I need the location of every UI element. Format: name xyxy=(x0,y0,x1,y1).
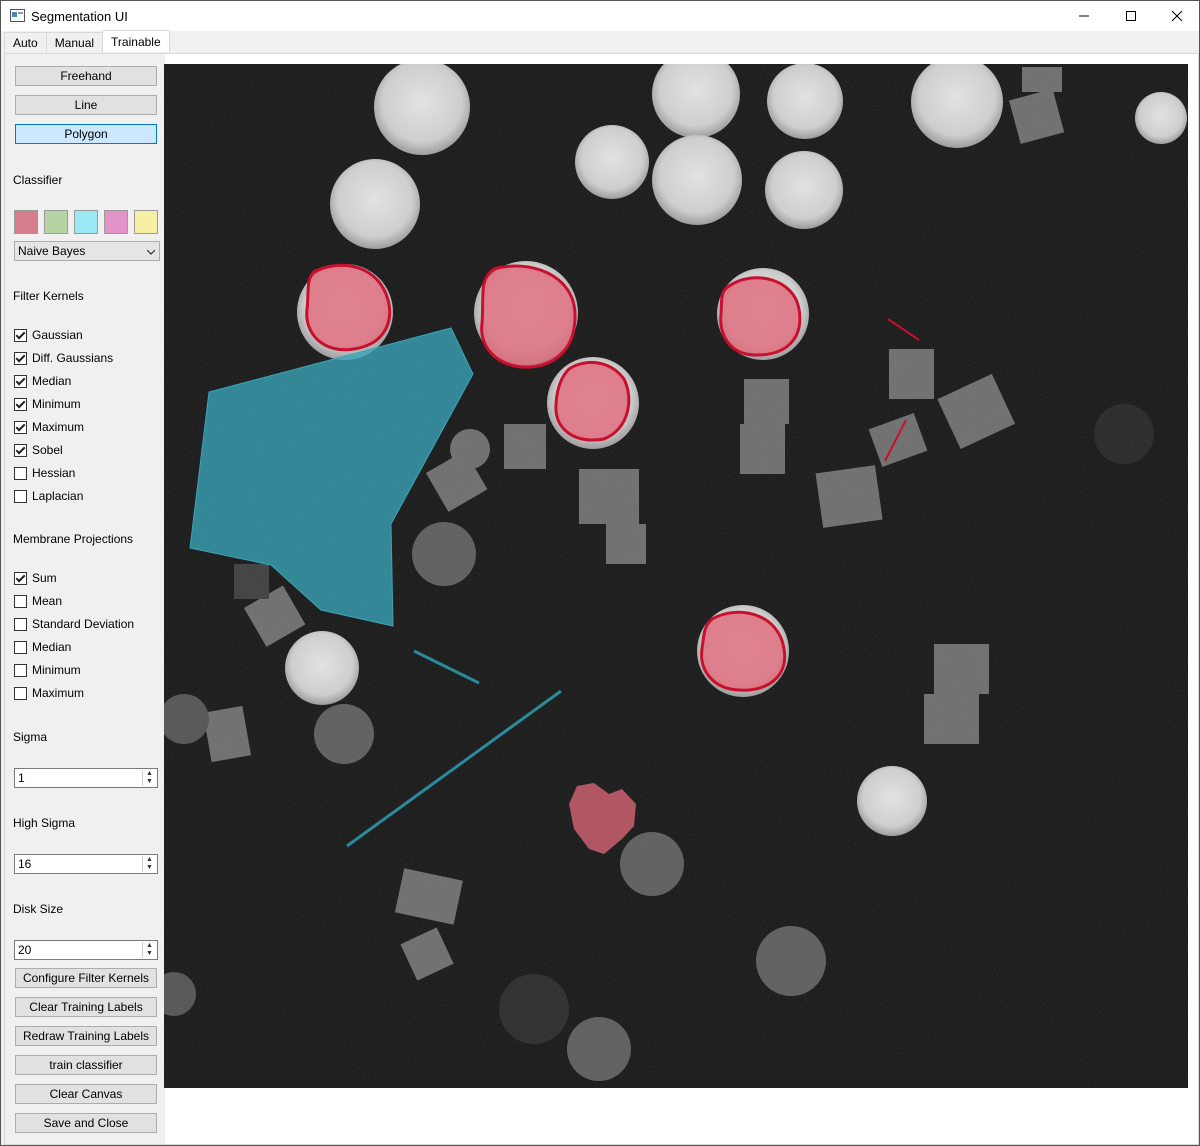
checkbox-box[interactable] xyxy=(14,571,27,585)
window-title: Segmentation UI xyxy=(31,9,128,24)
high-sigma-stepper[interactable]: ▲ ▼ xyxy=(142,856,156,872)
red-label-region xyxy=(719,276,802,357)
sigma-stepper[interactable]: ▲ ▼ xyxy=(142,770,156,786)
filter-kernel-checkbox-sobel[interactable]: Sobel xyxy=(14,442,63,458)
checkbox-label: Standard Deviation xyxy=(32,617,135,631)
checkbox-box[interactable] xyxy=(14,397,27,411)
filter-kernel-checkbox-gaussian[interactable]: Gaussian xyxy=(14,327,83,343)
configure-filter-kernels-button[interactable]: Configure Filter Kernels xyxy=(15,968,157,988)
chevron-down-icon xyxy=(147,249,155,255)
checkbox-label: Maximum xyxy=(32,686,85,700)
checkbox-label: Minimum xyxy=(32,397,81,411)
checkbox-label: Sobel xyxy=(32,443,63,457)
class-color-3[interactable] xyxy=(74,210,98,234)
checkbox-box[interactable] xyxy=(14,489,27,503)
high-sigma-label: High Sigma xyxy=(13,816,76,830)
minimize-icon xyxy=(1079,15,1089,17)
chevron-down-icon[interactable]: ▼ xyxy=(143,864,156,872)
high-sigma-spinbox[interactable]: 16 ▲ ▼ xyxy=(14,854,158,874)
checkbox-label: Sum xyxy=(32,571,57,585)
minimize-button[interactable] xyxy=(1061,1,1107,31)
app-window: Segmentation UI Auto Manual Trainable Fr… xyxy=(0,0,1200,1146)
checkbox-label: Laplacian xyxy=(32,489,84,503)
filter-kernel-checkbox-maximum[interactable]: Maximum xyxy=(14,419,84,435)
checkbox-box[interactable] xyxy=(14,328,27,342)
maximize-icon xyxy=(1126,11,1136,21)
clear-training-labels-button[interactable]: Clear Training Labels xyxy=(15,997,157,1017)
checkbox-box[interactable] xyxy=(14,420,27,434)
filter-kernel-checkbox-minimum[interactable]: Minimum xyxy=(14,396,81,412)
red-label-region xyxy=(554,360,631,442)
filter-kernels-label: Filter Kernels xyxy=(13,289,84,303)
line-button[interactable]: Line xyxy=(15,95,157,115)
checkbox-box[interactable] xyxy=(14,663,27,677)
checkbox-box[interactable] xyxy=(14,374,27,388)
checkbox-label: Median xyxy=(32,640,72,654)
filter-kernel-checkbox-median[interactable]: Median xyxy=(14,373,71,389)
sigma-value: 1 xyxy=(18,771,25,785)
checkbox-label: Diff. Gaussians xyxy=(32,351,114,365)
checkbox-box[interactable] xyxy=(14,443,27,457)
class-color-5[interactable] xyxy=(134,210,158,234)
disk-size-stepper[interactable]: ▲ ▼ xyxy=(142,942,156,958)
checkbox-box[interactable] xyxy=(14,466,27,480)
classifier-select-value: Naive Bayes xyxy=(18,244,86,258)
checkbox-box[interactable] xyxy=(14,640,27,654)
checkbox-label: Minimum xyxy=(32,663,81,677)
title-bar: Segmentation UI xyxy=(1,1,1199,31)
trainable-panel: Freehand Line Polygon Classifier Naive B… xyxy=(4,53,1199,1145)
red-label-region xyxy=(305,263,392,352)
checkbox-label: Median xyxy=(32,374,72,388)
class-color-2[interactable] xyxy=(44,210,68,234)
save-and-close-button[interactable]: Save and Close xyxy=(15,1113,157,1133)
checkbox-box[interactable] xyxy=(14,594,27,608)
filter-kernel-checkbox-diff-gaussians[interactable]: Diff. Gaussians xyxy=(14,350,113,366)
disk-size-label: Disk Size xyxy=(13,902,64,916)
chevron-down-icon[interactable]: ▼ xyxy=(143,950,156,958)
checkbox-box[interactable] xyxy=(14,617,27,631)
filter-kernel-checkbox-hessian[interactable]: Hessian xyxy=(14,465,75,481)
sigma-spinbox[interactable]: 1 ▲ ▼ xyxy=(14,768,158,788)
image-canvas[interactable] xyxy=(164,64,1188,1088)
checkbox-label: Hessian xyxy=(32,466,76,480)
redraw-training-labels-button[interactable]: Redraw Training Labels xyxy=(15,1026,157,1046)
filter-kernel-checkbox-laplacian[interactable]: Laplacian xyxy=(14,488,83,504)
checkbox-box[interactable] xyxy=(14,351,27,365)
close-icon xyxy=(1171,10,1183,22)
chevron-down-icon[interactable]: ▼ xyxy=(143,778,156,786)
sigma-label: Sigma xyxy=(13,730,48,744)
checkbox-label: Mean xyxy=(32,594,63,608)
disk-size-value: 20 xyxy=(18,943,32,957)
membrane-projection-checkbox-minimum[interactable]: Minimum xyxy=(14,662,81,678)
membrane-projection-checkbox-mean[interactable]: Mean xyxy=(14,593,62,609)
tab-manual[interactable]: Manual xyxy=(45,32,104,53)
disk-size-spinbox[interactable]: 20 ▲ ▼ xyxy=(14,940,158,960)
checkbox-label: Gaussian xyxy=(32,328,83,342)
classifier-label: Classifier xyxy=(13,173,63,187)
checkbox-box[interactable] xyxy=(14,686,27,700)
red-label-region xyxy=(700,610,787,692)
clear-canvas-button[interactable]: Clear Canvas xyxy=(15,1084,157,1104)
high-sigma-value: 16 xyxy=(18,857,32,871)
membrane-projection-checkbox-standard-deviation[interactable]: Standard Deviation xyxy=(14,616,134,632)
train-classifier-button[interactable]: train classifier xyxy=(15,1055,157,1075)
tab-auto[interactable]: Auto xyxy=(4,32,47,53)
app-icon xyxy=(10,9,25,22)
class-color-4[interactable] xyxy=(104,210,128,234)
red-label-region xyxy=(480,264,577,369)
class-color-1[interactable] xyxy=(14,210,38,234)
tab-bar: Auto Manual Trainable xyxy=(4,30,170,54)
membrane-projection-checkbox-sum[interactable]: Sum xyxy=(14,570,57,586)
close-button[interactable] xyxy=(1154,1,1200,31)
checkbox-label: Maximum xyxy=(32,420,85,434)
sidebar: Freehand Line Polygon Classifier Naive B… xyxy=(5,54,165,1144)
tab-trainable[interactable]: Trainable xyxy=(102,30,170,52)
membrane-projection-checkbox-maximum[interactable]: Maximum xyxy=(14,685,84,701)
maximize-button[interactable] xyxy=(1108,1,1154,31)
membrane-projections-label: Membrane Projections xyxy=(13,532,134,546)
membrane-projection-checkbox-median[interactable]: Median xyxy=(14,639,71,655)
polygon-button[interactable]: Polygon xyxy=(15,124,157,144)
classifier-select[interactable]: Naive Bayes xyxy=(14,241,160,261)
freehand-button[interactable]: Freehand xyxy=(15,66,157,86)
